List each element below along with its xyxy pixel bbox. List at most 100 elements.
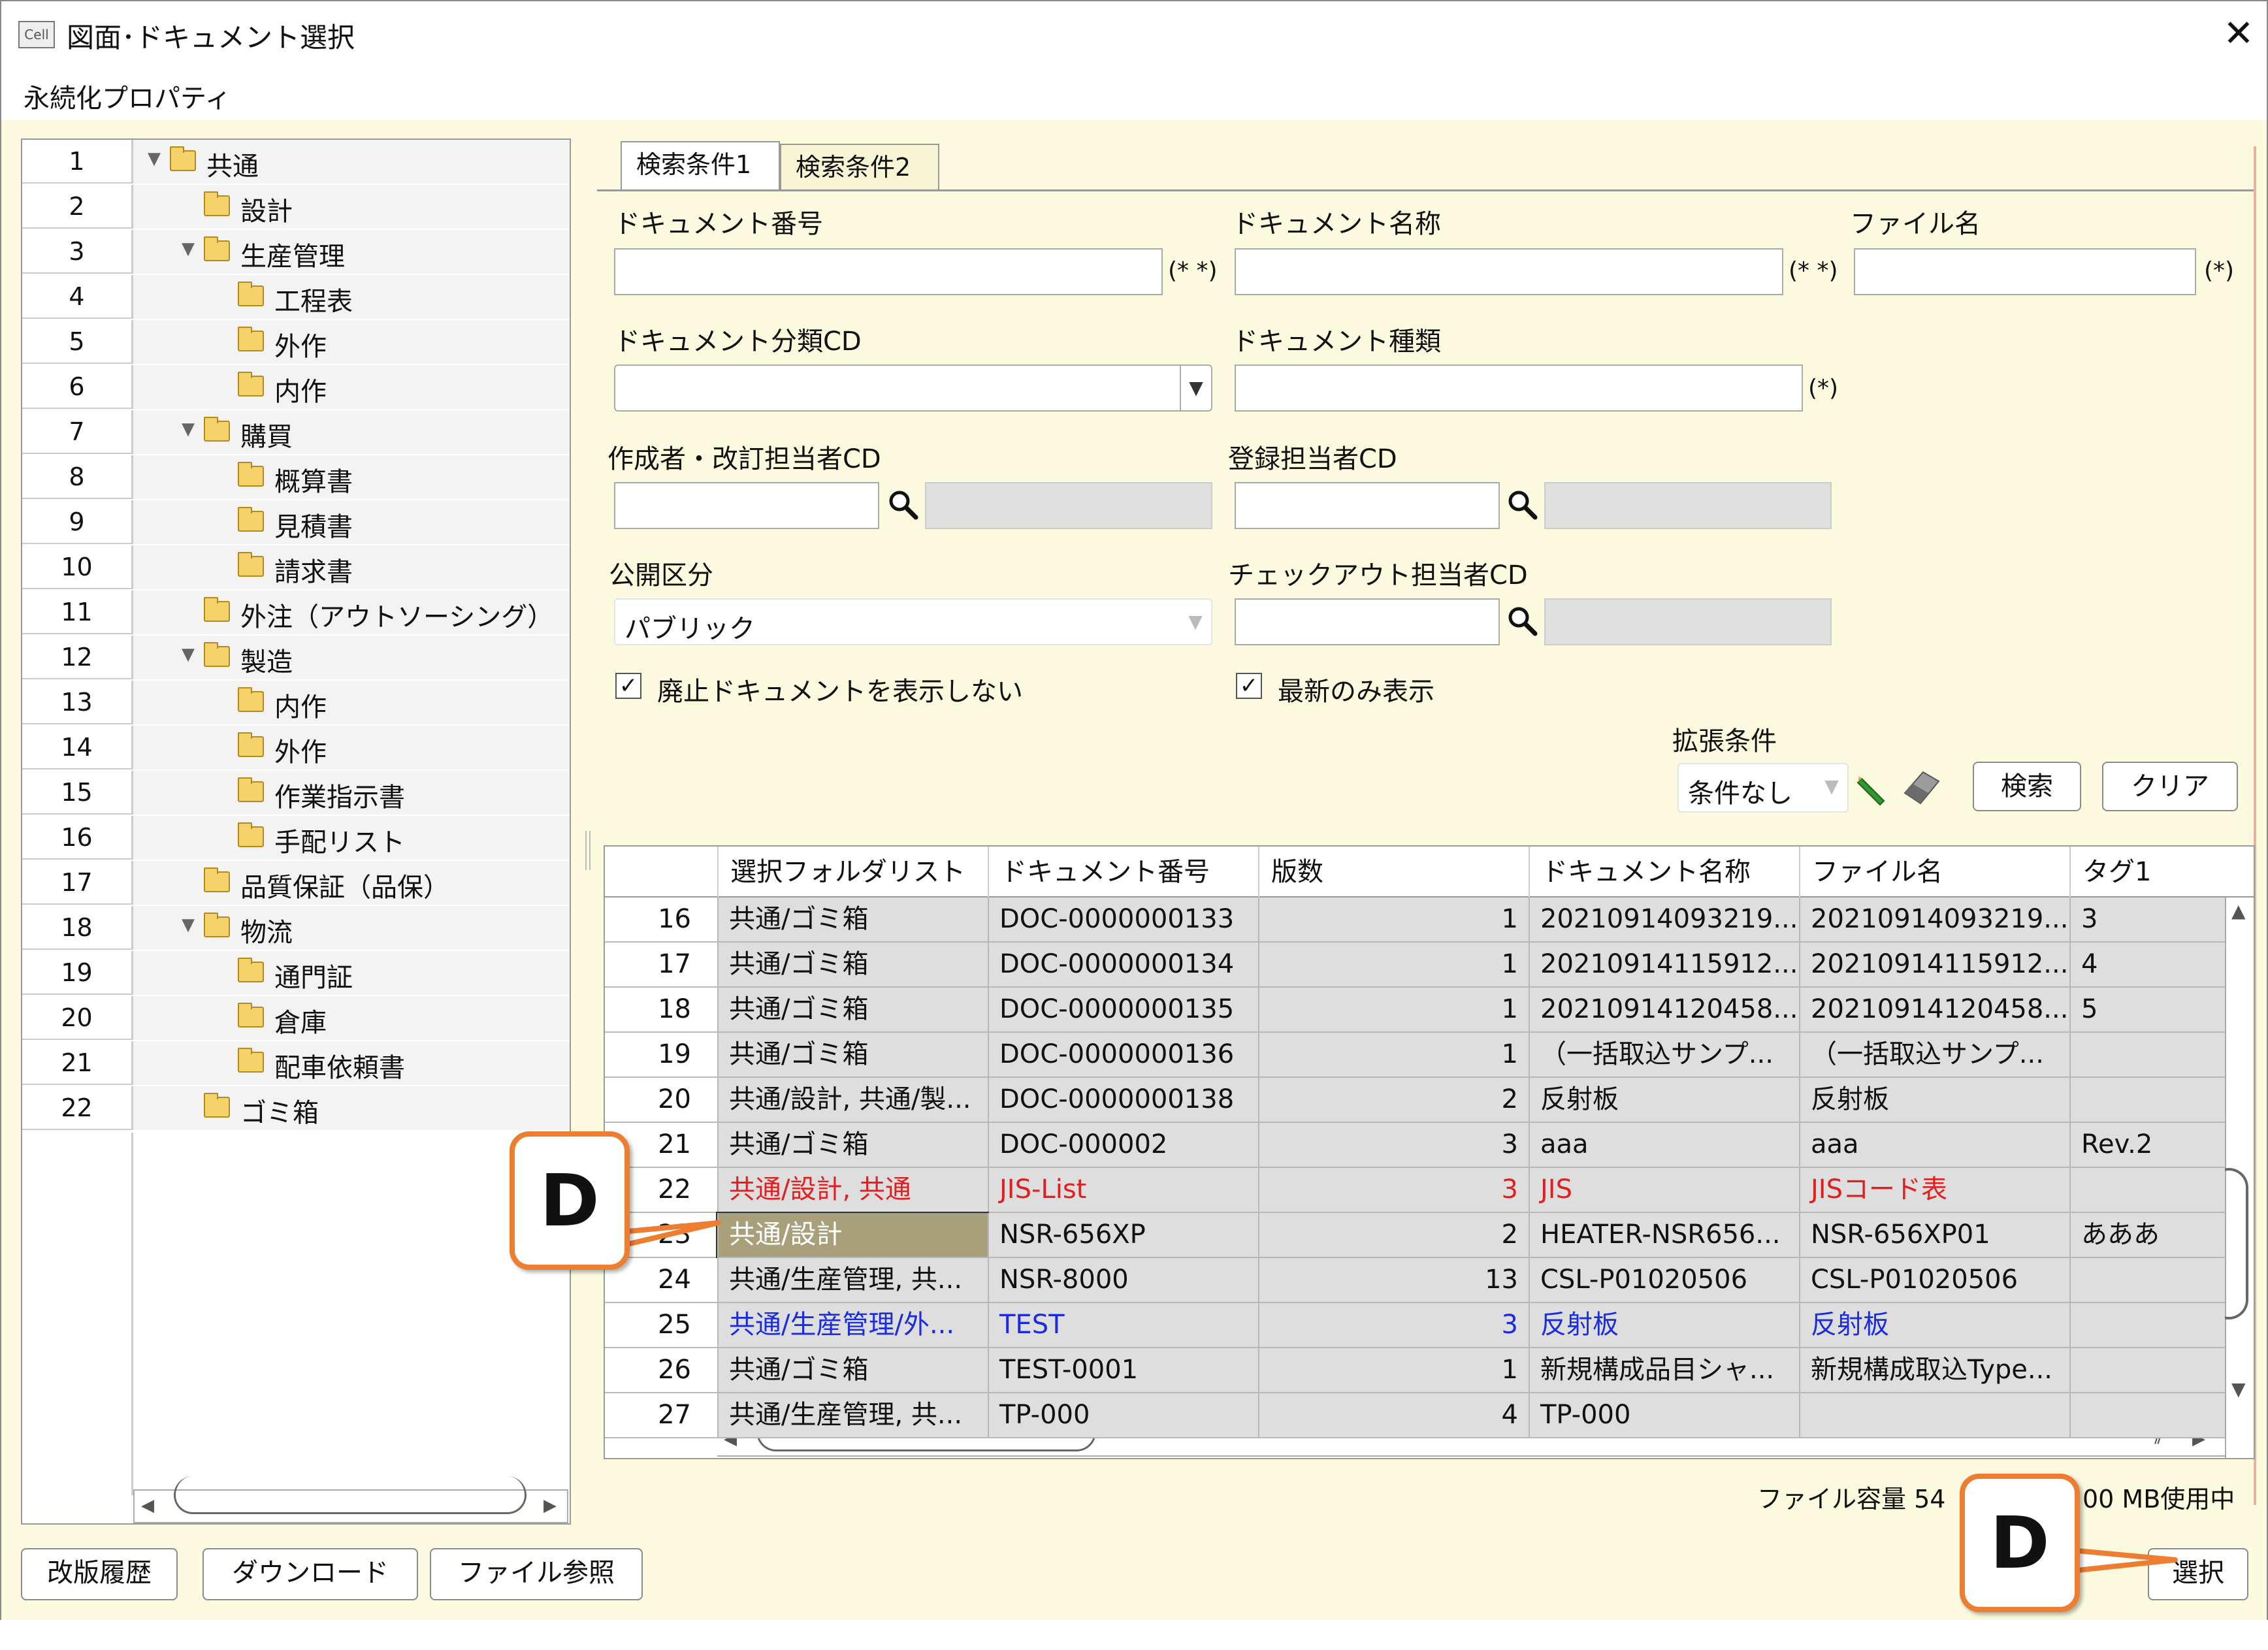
tree-cell[interactable]: 手配リスト xyxy=(133,816,570,860)
cell-doc-name[interactable]: 新規構成品目シャ... xyxy=(1529,1348,1799,1393)
tree-row[interactable]: 22 ゴミ箱 xyxy=(22,1086,570,1131)
cell-folder[interactable]: 共通/ゴミ箱 xyxy=(717,1348,988,1393)
file-name-input[interactable] xyxy=(1854,248,2196,295)
cell-file-name[interactable]: 反射板 xyxy=(1799,1078,2069,1123)
cell-doc-number[interactable]: TP-000 xyxy=(988,1393,1258,1438)
tree-cell[interactable]: 配車依頼書 xyxy=(133,1041,570,1085)
tree-folder-label[interactable]: 購買 xyxy=(240,415,293,453)
expand-toggle-icon[interactable]: ▼ xyxy=(148,149,161,169)
table-row[interactable]: 20 共通/設計, 共通/製... DOC-0000000138 2 反射板 反射板 xyxy=(605,1078,2225,1123)
expand-toggle-icon[interactable]: ▼ xyxy=(182,419,195,439)
tree-row[interactable]: 20 倉庫 xyxy=(22,996,570,1041)
tree-row[interactable]: 17 品質保証（品保） xyxy=(22,861,570,906)
cell-doc-number[interactable]: DOC-0000000138 xyxy=(988,1078,1258,1123)
cell-doc-name[interactable]: aaa xyxy=(1529,1123,1799,1168)
chevron-down-icon[interactable]: ▼ xyxy=(1180,366,1211,410)
publish-chevron-down-icon[interactable]: ▼ xyxy=(1180,600,1211,644)
cell-version[interactable]: 13 xyxy=(1258,1258,1529,1303)
cell-tag1[interactable] xyxy=(2069,1393,2225,1438)
eraser-icon[interactable] xyxy=(1900,767,1941,806)
cell-doc-number[interactable]: DOC-0000000135 xyxy=(988,988,1258,1033)
cell-tag1[interactable]: 4 xyxy=(2069,943,2225,988)
tab-search-condition-1[interactable]: 検索条件1 xyxy=(621,141,780,191)
col-header-doc-number[interactable]: ドキュメント番号 xyxy=(988,847,1258,898)
cell-tag1[interactable] xyxy=(2069,1348,2225,1393)
tree-row[interactable]: 6 内作 xyxy=(22,365,570,410)
scroll-up-icon[interactable]: ▲ xyxy=(2231,900,2246,922)
publish-select[interactable]: パブリック ▼ xyxy=(614,598,1212,645)
cell-folder[interactable]: 共通/設計, 共通 xyxy=(717,1168,988,1213)
tree-row[interactable]: 15 作業指示書 xyxy=(22,771,570,816)
category-select[interactable]: ▼ xyxy=(614,364,1212,412)
tree-folder-label[interactable]: 内作 xyxy=(274,686,327,724)
cell-doc-number[interactable]: DOC-000002 xyxy=(988,1123,1258,1168)
scroll-down-icon[interactable]: ▼ xyxy=(2231,1378,2246,1400)
col-header-tag1[interactable]: タグ1 xyxy=(2069,847,2254,898)
cell-doc-number[interactable]: NSR-8000 xyxy=(988,1258,1258,1303)
table-row[interactable]: 25 共通/生産管理/外... TEST 3 反射板 反射板 xyxy=(605,1303,2225,1348)
cell-version[interactable]: 1 xyxy=(1258,1033,1529,1078)
cell-folder[interactable]: 共通/設計 xyxy=(716,1212,989,1259)
tree-folder-label[interactable]: 共通 xyxy=(206,145,259,183)
cell-file-name[interactable]: NSR-656XP01 xyxy=(1799,1213,2069,1258)
checkout-search-icon[interactable] xyxy=(1506,605,1538,636)
search-button[interactable]: 検索 xyxy=(1973,762,2081,811)
cell-version[interactable]: 1 xyxy=(1258,898,1529,943)
ext-condition-select[interactable]: 条件なし ▼ xyxy=(1677,763,1849,813)
table-row[interactable]: 27 共通/生産管理, 共... TP-000 4 TP-000 xyxy=(605,1393,2225,1438)
registrant-input[interactable] xyxy=(1235,482,1500,529)
tree-folder-label[interactable]: 生産管理 xyxy=(240,235,345,273)
cell-folder[interactable]: 共通/設計, 共通/製... xyxy=(717,1078,988,1123)
tree-folder-label[interactable]: 作業指示書 xyxy=(274,776,405,814)
cell-doc-number[interactable]: TEST xyxy=(988,1303,1258,1348)
tree-folder-label[interactable]: 設計 xyxy=(240,190,293,228)
cell-doc-name[interactable]: （一括取込サンプ... xyxy=(1529,1033,1799,1078)
tree-row[interactable]: 11 外注（アウトソーシング） xyxy=(22,590,570,636)
col-header-doc-name[interactable]: ドキュメント名称 xyxy=(1529,847,1799,898)
tree-folder-label[interactable]: 外注（アウトソーシング） xyxy=(240,596,553,634)
tree-folder-label[interactable]: 請求書 xyxy=(274,551,353,589)
tree-row[interactable]: 21 配車依頼書 xyxy=(22,1041,570,1086)
table-row[interactable]: 19 共通/ゴミ箱 DOC-0000000136 1 （一括取込サンプ... （一括取込サ… xyxy=(605,1033,2225,1078)
tree-row[interactable]: 7 ▼ 購買 xyxy=(22,410,570,455)
grid-vertical-scrollbar[interactable]: ▲ ▼ xyxy=(2209,898,2254,1458)
tree-cell[interactable]: 内作 xyxy=(133,365,570,409)
latest-only-checkbox[interactable]: ✓ xyxy=(1236,673,1262,699)
tree-row[interactable]: 4 工程表 xyxy=(22,275,570,320)
cell-doc-name[interactable]: JIS xyxy=(1529,1168,1799,1213)
cell-tag1[interactable] xyxy=(2069,1168,2225,1213)
tree-row[interactable]: 13 内作 xyxy=(22,681,570,726)
cell-folder[interactable]: 共通/生産管理, 共... xyxy=(717,1393,988,1438)
tree-folder-label[interactable]: 外作 xyxy=(274,325,327,363)
tree-cell[interactable]: 外作 xyxy=(133,320,570,364)
tree-row[interactable]: 9 見積書 xyxy=(22,500,570,545)
table-row[interactable]: 17 共通/ゴミ箱 DOC-0000000134 1 20210914115912...… xyxy=(605,943,2225,988)
tree-cell[interactable]: ▼ 購買 xyxy=(133,410,570,454)
tree-cell[interactable]: 内作 xyxy=(133,681,570,724)
tree-cell[interactable]: 見積書 xyxy=(133,500,570,544)
cell-file-name[interactable]: CSL-P01020506 xyxy=(1799,1258,2069,1303)
tree-cell[interactable]: ゴミ箱 xyxy=(133,1086,570,1130)
cell-version[interactable]: 4 xyxy=(1258,1393,1529,1438)
tree-cell[interactable]: 外作 xyxy=(133,726,570,769)
splitter-grip[interactable] xyxy=(585,831,591,870)
scroll-right-icon[interactable]: ▶ xyxy=(543,1496,557,1515)
cell-version[interactable]: 1 xyxy=(1258,988,1529,1033)
table-row[interactable]: 22 共通/設計, 共通 JIS-List 3 JIS JISコード表 xyxy=(605,1168,2225,1213)
cell-file-name[interactable] xyxy=(1799,1393,2069,1438)
cell-file-name[interactable]: aaa xyxy=(1799,1123,2069,1168)
tree-row[interactable]: 18 ▼ 物流 xyxy=(22,906,570,951)
tree-cell[interactable]: 請求書 xyxy=(133,545,570,589)
cell-file-name[interactable]: 反射板 xyxy=(1799,1303,2069,1348)
tree-folder-label[interactable]: 内作 xyxy=(274,370,327,408)
expand-toggle-icon[interactable]: ▼ xyxy=(182,645,195,664)
cell-version[interactable]: 2 xyxy=(1258,1078,1529,1123)
cell-folder[interactable]: 共通/ゴミ箱 xyxy=(717,988,988,1033)
cell-tag1[interactable]: 3 xyxy=(2069,898,2225,943)
cell-tag1[interactable]: Rev.2 xyxy=(2069,1123,2225,1168)
table-row[interactable]: 16 共通/ゴミ箱 DOC-0000000133 1 20210914093219...… xyxy=(605,898,2225,943)
cell-doc-name[interactable]: 20210914115912... xyxy=(1529,943,1799,988)
tree-folder-label[interactable]: 配車依頼書 xyxy=(274,1046,405,1084)
tree-cell[interactable]: ▼ 製造 xyxy=(133,636,570,679)
cell-doc-name[interactable]: TP-000 xyxy=(1529,1393,1799,1438)
